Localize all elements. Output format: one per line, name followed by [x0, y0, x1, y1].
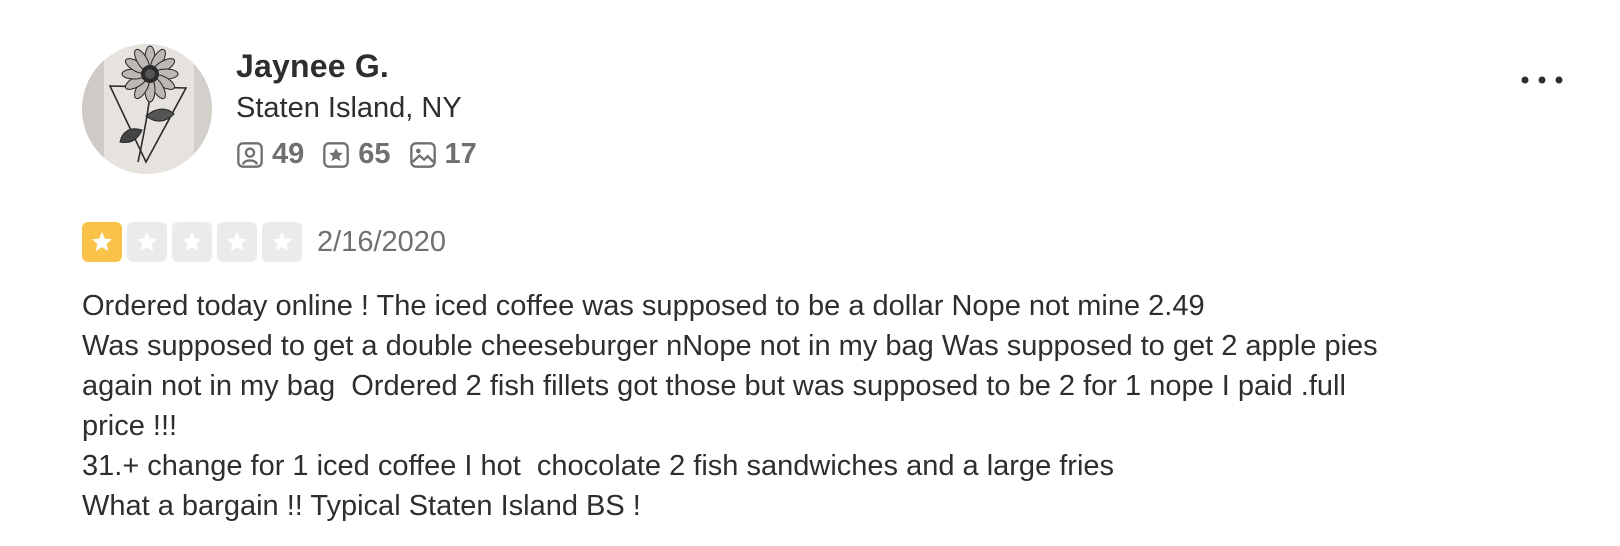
review-text: Ordered today online ! The iced coffee w… — [82, 286, 1522, 526]
user-info: Jaynee G. Staten Island, NY 49 65 17 — [236, 46, 495, 171]
friends-stat: 49 — [236, 138, 304, 171]
review-line: What a bargain !! Typical Staten Island … — [82, 490, 641, 522]
review-line: price !!! — [82, 410, 178, 442]
review-line: Was supposed to get a double cheeseburge… — [82, 330, 1378, 362]
review-line: 31.+ change for 1 iced coffee I hot choc… — [82, 450, 1115, 482]
user-stats: 49 65 17 — [236, 138, 495, 171]
star-icon — [227, 232, 247, 251]
star-3 — [172, 222, 212, 262]
reviews-stat: 65 — [322, 138, 391, 171]
star-rating — [82, 222, 307, 262]
rating-row: 2/16/2020 — [82, 222, 446, 262]
photos-icon — [409, 141, 436, 168]
reviews-count: 65 — [358, 138, 391, 170]
star-5 — [262, 222, 302, 262]
photos-stat: 17 — [409, 138, 477, 171]
photos-count: 17 — [444, 138, 477, 170]
more-options-button[interactable] — [1518, 64, 1566, 96]
star-icon — [137, 232, 157, 251]
review-line: Ordered today online ! The iced coffee w… — [82, 290, 1205, 322]
star-icon — [92, 232, 112, 251]
more-options-icon — [1521, 76, 1563, 84]
friends-icon — [237, 141, 263, 168]
user-name[interactable]: Jaynee G. — [236, 46, 495, 86]
friends-count: 49 — [272, 138, 305, 170]
review-card: Jaynee G. Staten Island, NY 49 65 17 2/1… — [0, 0, 1620, 546]
reviewer-header: Jaynee G. Staten Island, NY 49 65 17 — [82, 44, 495, 174]
review-date: 2/16/2020 — [317, 226, 447, 258]
star-4 — [217, 222, 257, 262]
user-location: Staten Island, NY — [236, 92, 462, 124]
star-icon — [182, 232, 202, 251]
star-1 — [82, 222, 122, 262]
sunflower-tattoo-icon — [82, 44, 212, 174]
star-2 — [127, 222, 167, 262]
review-line: again not in my bag Ordered 2 fish fille… — [82, 370, 1346, 402]
star-icon — [272, 232, 292, 251]
reviews-star-icon — [323, 141, 350, 168]
avatar[interactable] — [82, 44, 212, 174]
